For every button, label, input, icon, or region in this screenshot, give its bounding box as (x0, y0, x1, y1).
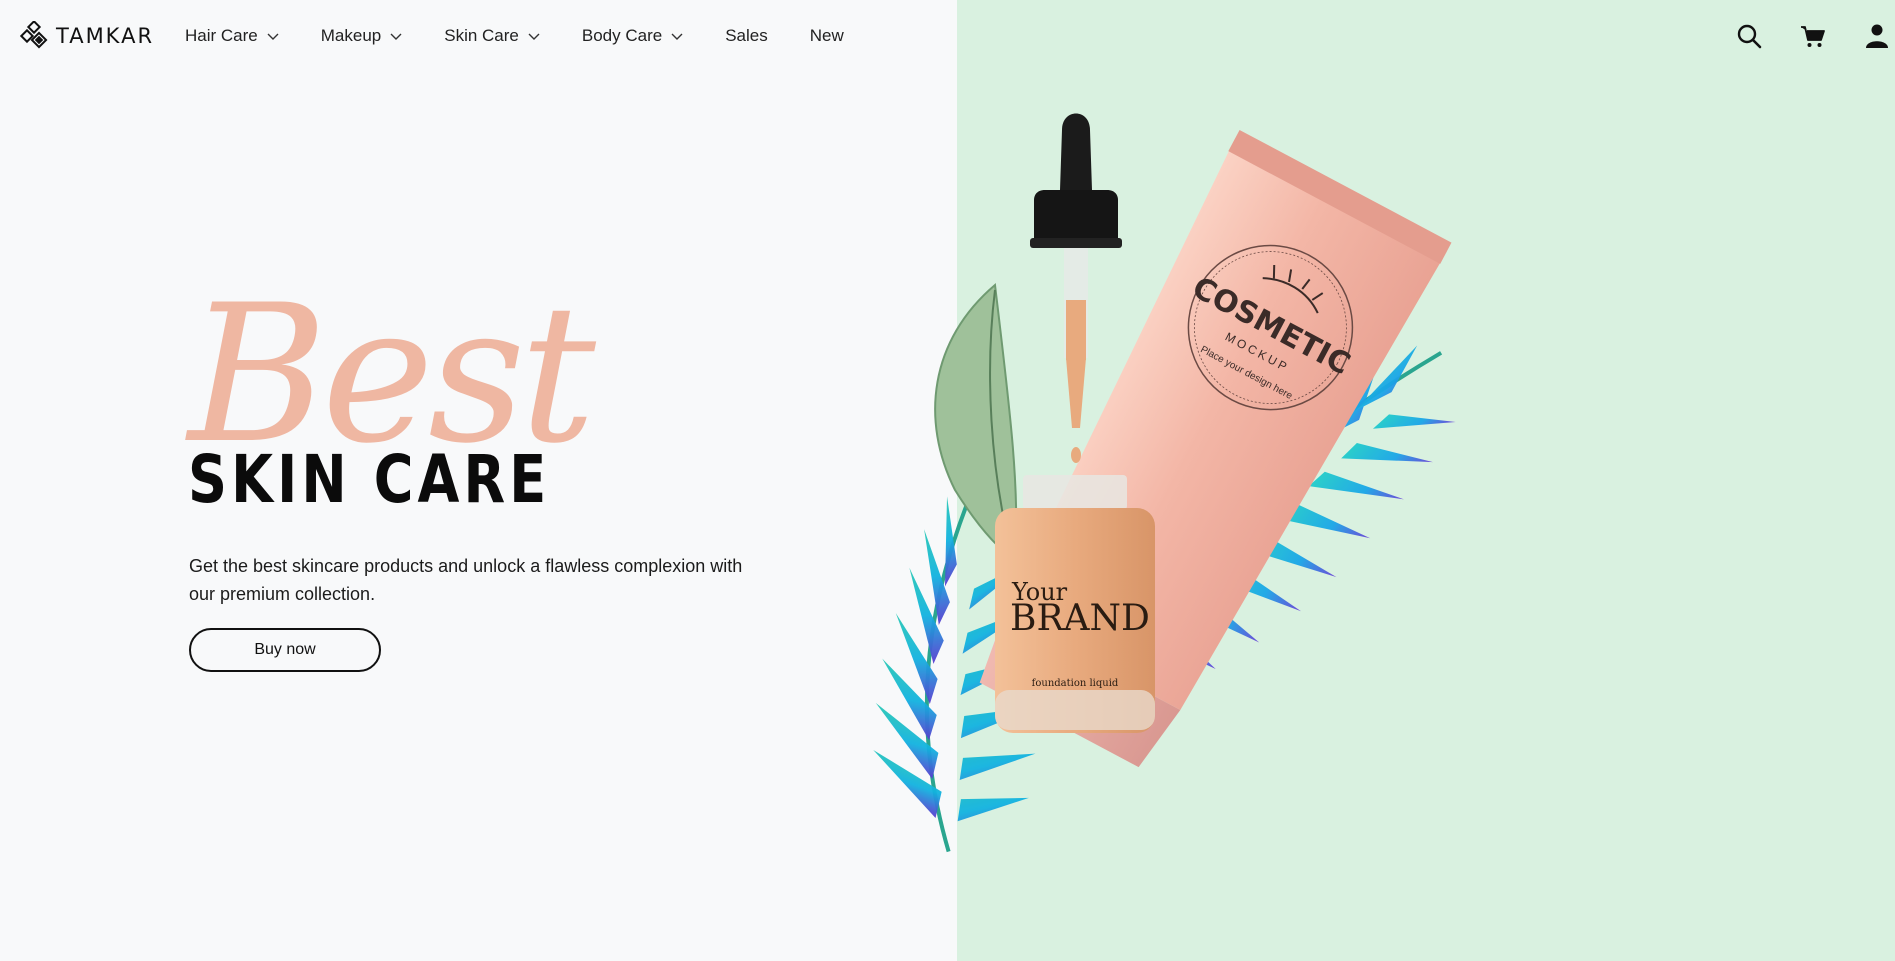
chevron-down-icon (671, 33, 683, 40)
hero-title: SKIN CARE (188, 441, 551, 518)
header-actions (1735, 22, 1895, 50)
nav-item-new[interactable]: New (810, 24, 844, 48)
nav-item-label: Makeup (320, 26, 382, 45)
brand-name: TAMKAR (56, 24, 155, 48)
nav-item-label: Hair Care (185, 26, 258, 45)
hero-description: Get the best skincare products and unloc… (189, 556, 743, 604)
nav-item-body-care[interactable]: Body Care (582, 24, 683, 48)
foundation-bottle: Your BRAND foundation liquid (995, 475, 1155, 733)
nav-item-hair-care[interactable]: Hair Care (185, 24, 279, 48)
chevron-down-icon (390, 33, 402, 40)
nav-item-label: New (809, 26, 844, 45)
chevron-down-icon (528, 33, 540, 40)
nav-item-label: Sales (725, 26, 768, 45)
main-nav: Hair Care Makeup Skin Care Body Care Sal… (185, 24, 886, 48)
product-illustration: COSMETIC MOCKUP Place your design here Y… (873, 113, 1456, 853)
nav-item-skin-care[interactable]: Skin Care (444, 24, 540, 48)
nav-item-label: Skin Care (444, 26, 519, 45)
user-icon[interactable] (1863, 22, 1891, 50)
bottle-label-big: BRAND (1010, 598, 1150, 639)
cart-icon[interactable] (1799, 22, 1827, 50)
bottle-label-sub: foundation liquid (1032, 678, 1119, 689)
buy-now-button[interactable]: Buy now (189, 628, 381, 672)
chevron-down-icon (267, 33, 279, 40)
search-icon[interactable] (1735, 22, 1763, 50)
nav-item-sales[interactable]: Sales (725, 24, 768, 48)
nav-item-makeup[interactable]: Makeup (321, 24, 402, 48)
nav-item-label: Body Care (581, 26, 663, 45)
logo-mark-icon (20, 21, 48, 49)
site-header: TAMKAR Hair Care Makeup Skin Care Body C… (0, 0, 1895, 72)
brand-logo[interactable]: TAMKAR (20, 20, 154, 52)
